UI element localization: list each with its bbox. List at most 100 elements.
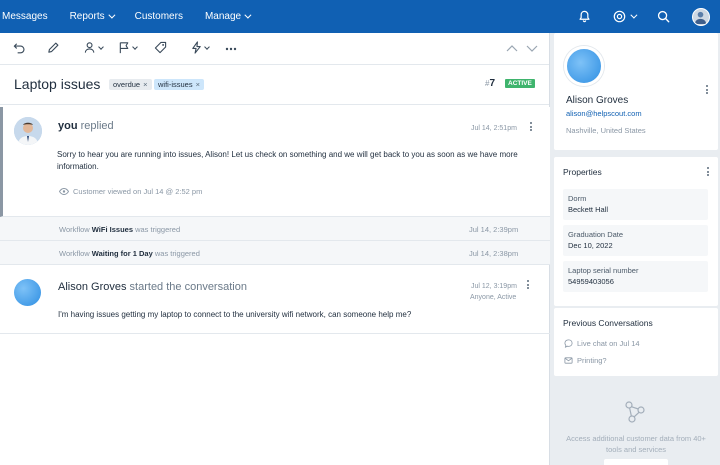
more-vertical-icon[interactable] — [526, 280, 529, 289]
property-value: Beckett Hall — [568, 205, 609, 214]
nav-manage-label: Manage — [204, 11, 242, 22]
chevron-down-icon — [98, 43, 104, 50]
customer-email[interactable]: alison@helpscout.com — [566, 109, 642, 118]
workflow-timestamp: Jul 14, 2:39pm — [469, 225, 519, 234]
workflow-button[interactable] — [190, 41, 210, 54]
workflow-text: Workflow Waiting for 1 Day was triggered — [59, 249, 200, 258]
property-value: Dec 10, 2022 — [568, 241, 613, 250]
viewed-indicator: Customer viewed on Jul 14 @ 2:52 pm — [59, 187, 202, 196]
more-vertical-icon[interactable] — [706, 167, 709, 176]
property-dorm[interactable]: Dorm Beckett Hall — [563, 189, 708, 220]
undo-button[interactable] — [13, 41, 26, 54]
customer-timestamp: Jul 12, 3:19pm — [471, 283, 517, 290]
property-label: Dorm — [568, 194, 587, 203]
workflow-name[interactable]: WiFi Issues — [92, 225, 133, 234]
conversation-number: #7 — [485, 78, 495, 89]
conversation-subject[interactable]: Laptop issues — [14, 76, 100, 92]
chevron-down-icon — [244, 11, 252, 19]
nav-customers[interactable]: Customers — [135, 11, 183, 22]
workflow-timestamp: Jul 14, 2:38pm — [469, 249, 519, 258]
reply-author-line: you replied — [58, 120, 114, 132]
bell-icon[interactable] — [578, 10, 591, 23]
reply-timestamp: Jul 14, 2:51pm — [471, 125, 517, 132]
status-badge: ACTIVE — [505, 79, 535, 88]
property-label: Laptop serial number — [568, 266, 639, 275]
chevron-up-icon — [506, 45, 518, 52]
tag-label: overdue — [113, 80, 141, 89]
previous-conversation-button[interactable] — [506, 44, 518, 52]
customer-avatar — [564, 46, 604, 86]
more-vertical-icon[interactable] — [705, 85, 708, 94]
viewed-text: Customer viewed on Jul 14 @ 2:52 pm — [73, 187, 203, 196]
customer-profile-card: Alison Groves alison@helpscout.com Nashv… — [554, 33, 718, 150]
properties-title: Properties — [563, 167, 602, 177]
workflow-name[interactable]: Waiting for 1 Day — [92, 249, 153, 258]
more-actions-button[interactable] — [225, 47, 237, 51]
previous-title: Previous Conversations — [563, 318, 653, 328]
previous-item-label: Live chat on Jul 14 — [577, 339, 640, 348]
tag-wifi-issues[interactable]: wifi-issues × — [154, 79, 204, 90]
property-graduation-date[interactable]: Graduation Date Dec 10, 2022 — [563, 225, 708, 256]
tag-button[interactable] — [154, 41, 167, 54]
undo-icon — [13, 43, 25, 54]
previous-item-label: Printing? — [577, 356, 607, 365]
conversation-panel: Laptop issues overdue × wifi-issues × #7 A… — [0, 33, 550, 465]
top-navigation: Messages Reports Customers Manage — [0, 0, 720, 33]
workflow-suffix: was triggered — [135, 225, 181, 234]
customer-body: I'm having issues getting my laptop to c… — [58, 310, 412, 319]
previous-item[interactable]: Live chat on Jul 14 — [564, 339, 640, 348]
property-value: 54959403056 — [568, 277, 614, 286]
workflow-suffix: was triggered — [154, 249, 200, 258]
customer-meta: Anyone, Active — [470, 294, 517, 301]
conversation-header: Laptop issues overdue × wifi-issues × #7 A… — [0, 65, 549, 105]
customer-verb: started the conversation — [129, 281, 247, 293]
chat-bubble-icon — [564, 339, 573, 348]
status-button[interactable] — [118, 41, 138, 54]
previous-item[interactable]: Printing? — [564, 356, 607, 365]
reply-body: Sorry to hear you are running into issue… — [57, 150, 518, 171]
customer-name: Alison Groves — [566, 95, 629, 106]
email-icon — [564, 357, 573, 364]
close-icon[interactable]: × — [196, 80, 200, 89]
nav-messages-label: Messages — [2, 11, 48, 22]
nav-manage[interactable]: Manage — [204, 11, 252, 22]
assign-button[interactable] — [84, 41, 104, 54]
eye-icon — [59, 188, 69, 195]
lifebuoy-icon[interactable] — [613, 10, 638, 23]
workflow-event: Workflow WiFi Issues was triggered Jul 1… — [0, 217, 550, 241]
customer-sidebar: Alison Groves alison@helpscout.com Nashv… — [552, 33, 720, 465]
chevron-down-icon — [204, 43, 210, 50]
reply-author: you — [58, 120, 78, 132]
nav-messages[interactable]: Messages — [2, 11, 48, 22]
apps-promo: Access additional customer data from 40+… — [552, 395, 720, 465]
pencil-icon — [48, 42, 59, 53]
customer-author[interactable]: Alison Groves — [58, 281, 126, 293]
close-icon[interactable]: × — [143, 80, 147, 89]
tag-label: wifi-issues — [158, 80, 193, 89]
search-icon[interactable] — [657, 10, 670, 23]
property-laptop-serial[interactable]: Laptop serial number 54959403056 — [563, 261, 708, 292]
lightning-icon — [192, 41, 201, 54]
workflow-prefix: Workflow — [59, 225, 90, 234]
chevron-down-icon — [132, 43, 138, 50]
chevron-down-icon — [107, 11, 116, 19]
more-horizontal-icon — [225, 47, 237, 51]
tag-overdue[interactable]: overdue × — [109, 79, 152, 90]
workflow-prefix: Workflow — [59, 249, 90, 258]
edit-button[interactable] — [47, 41, 60, 54]
more-vertical-icon[interactable] — [529, 122, 532, 131]
customer-location: Nashville, United States — [566, 126, 646, 135]
nav-reports[interactable]: Reports — [69, 11, 116, 22]
agent-avatar — [14, 117, 42, 145]
property-label: Graduation Date — [568, 230, 624, 239]
properties-card: Properties Dorm Beckett Hall Graduation … — [554, 157, 718, 306]
user-avatar[interactable] — [692, 7, 710, 26]
chevron-down-icon — [630, 11, 638, 19]
nav-right-group — [578, 0, 720, 33]
flag-icon — [119, 42, 129, 54]
workflow-text: Workflow WiFi Issues was triggered — [59, 225, 180, 234]
apps-promo-button[interactable] — [604, 459, 668, 465]
customer-avatar — [14, 279, 41, 306]
next-conversation-button[interactable] — [526, 45, 538, 53]
nav-reports-label: Reports — [69, 11, 105, 22]
